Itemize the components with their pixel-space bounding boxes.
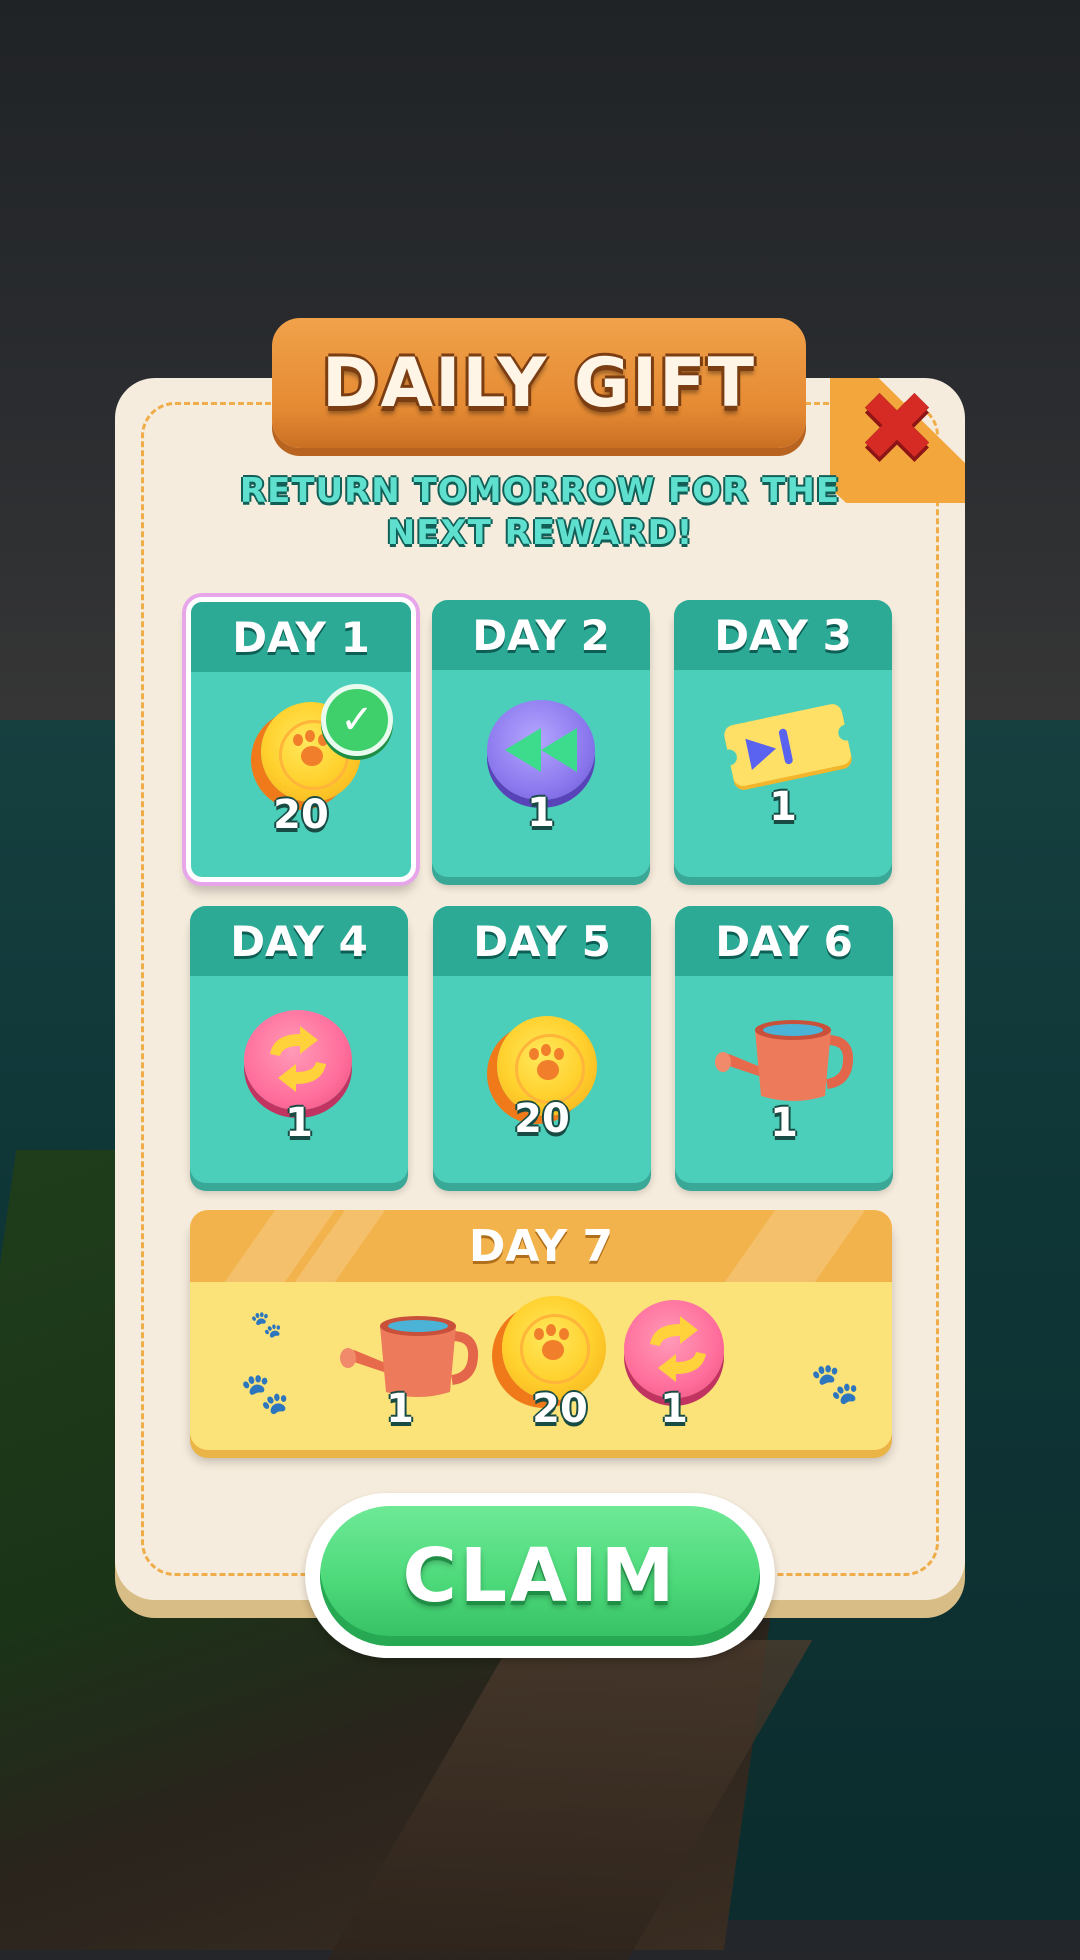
paw-print-decoration: 🐾 xyxy=(250,1310,283,1340)
paw-print-decoration: 🐾 xyxy=(810,1361,860,1407)
day-card-3[interactable]: DAY 3 1 xyxy=(674,600,892,877)
subtitle: RETURN TOMORROW FOR THE NEXT REWARD! xyxy=(230,470,850,554)
day-card-7[interactable]: DAY 7 🐾 🐾 🐾 1 20 1 xyxy=(190,1210,892,1450)
claim-label: CLAIM xyxy=(402,1533,678,1619)
day-card-header: DAY 6 xyxy=(675,906,893,976)
day-card-header: DAY 3 xyxy=(674,600,892,670)
reward-amount: 1 xyxy=(285,1100,313,1146)
day-card-header: DAY 1 xyxy=(191,602,411,672)
day-card-1[interactable]: DAY 1 ✓ 20 xyxy=(186,597,416,882)
close-button[interactable]: ✖ xyxy=(830,371,965,503)
day-card-5[interactable]: DAY 5 20 xyxy=(433,906,651,1183)
day-card-4[interactable]: DAY 4 1 xyxy=(190,906,408,1183)
title-banner: DAILY GIFT xyxy=(272,318,806,448)
reward-amount: 1 xyxy=(770,1100,798,1146)
reward-amount: 1 xyxy=(527,790,555,836)
day-card-header: DAY 2 xyxy=(432,600,650,670)
day-label: DAY 7 xyxy=(468,1220,614,1272)
close-icon: ✖ xyxy=(856,371,938,483)
reward-amount: 20 xyxy=(514,1096,570,1142)
day-card-6[interactable]: DAY 6 1 xyxy=(675,906,893,1183)
claimed-check-icon: ✓ xyxy=(321,684,393,756)
day-label: DAY 5 xyxy=(473,916,611,966)
day-label: DAY 2 xyxy=(472,610,610,660)
day-card-header: DAY 4 xyxy=(190,906,408,976)
day-label: DAY 6 xyxy=(715,916,853,966)
day-label: DAY 4 xyxy=(230,916,368,966)
swap-icon xyxy=(244,1010,352,1110)
paw-print-decoration: 🐾 xyxy=(240,1371,290,1417)
reward-amount: 20 xyxy=(532,1386,588,1432)
watering-can-icon xyxy=(715,1010,855,1110)
reward-amount: 20 xyxy=(273,792,329,838)
rewind-icon xyxy=(487,700,595,800)
swap-icon xyxy=(624,1300,724,1398)
day-card-header: DAY 5 xyxy=(433,906,651,976)
day-card-header: DAY 7 xyxy=(190,1210,892,1282)
subtitle-line-2: NEXT REWARD! xyxy=(386,513,694,553)
reward-amount: 1 xyxy=(769,784,797,830)
claim-button[interactable]: CLAIM xyxy=(320,1506,760,1646)
reward-amount: 1 xyxy=(386,1386,414,1432)
day-label: DAY 3 xyxy=(714,610,852,660)
day-label: DAY 1 xyxy=(232,612,370,662)
ticket-icon xyxy=(718,702,855,790)
subtitle-line-1: RETURN TOMORROW FOR THE xyxy=(239,471,841,511)
paw-coin-icon xyxy=(502,1296,606,1400)
page-title: DAILY GIFT xyxy=(322,343,756,423)
reward-amount: 1 xyxy=(660,1386,688,1432)
day-card-2[interactable]: DAY 2 1 xyxy=(432,600,650,877)
